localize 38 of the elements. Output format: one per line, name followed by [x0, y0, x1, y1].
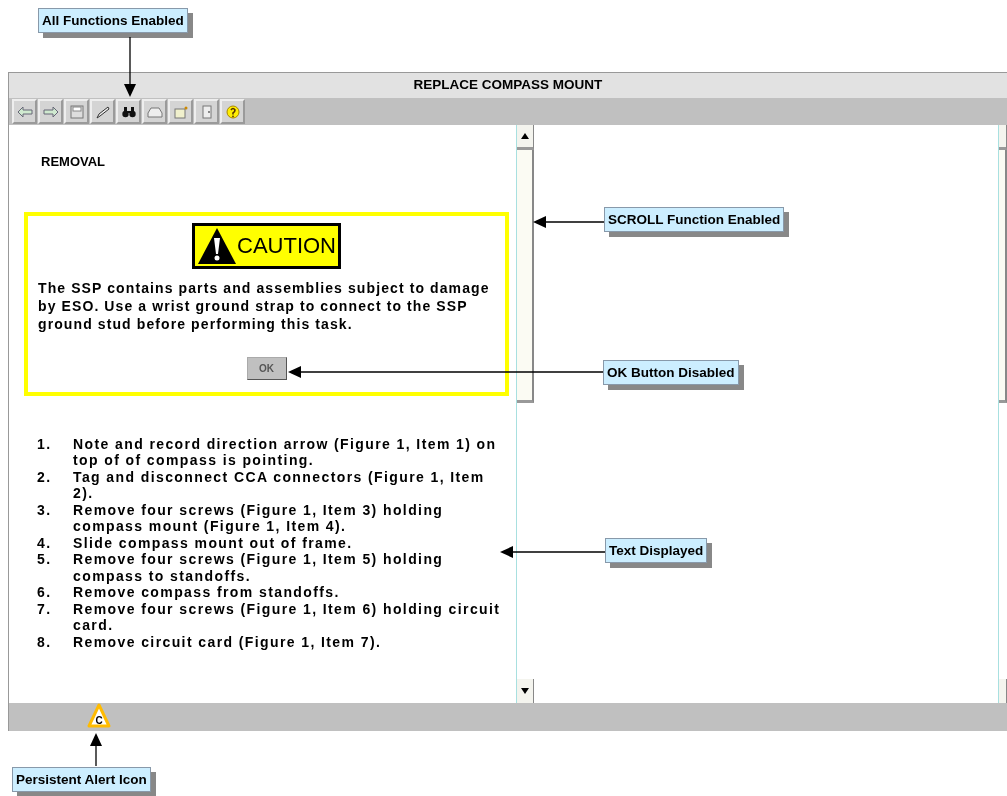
step-text: Remove four screws (Figure 1, Item 6) holding circuit card. — [73, 600, 502, 634]
down-arrow-icon — [521, 688, 529, 694]
tray-icon — [146, 104, 163, 119]
step-number: 6. — [37, 584, 53, 601]
step-text: Remove four screws (Figure 1, Item 5) holding compass to standoffs. — [73, 551, 445, 584]
callout-arrow — [124, 36, 136, 97]
step-number: 4. — [37, 534, 53, 551]
callout-arrow — [533, 216, 605, 228]
step-number: 8. — [37, 633, 53, 650]
up-arrow-icon — [521, 133, 529, 139]
scrollbar-thumb[interactable] — [999, 150, 1007, 403]
scrollbar-thumb[interactable] — [517, 150, 534, 403]
window-title: REPLACE COMPASS MOUNT — [9, 73, 1007, 98]
step-number: 7. — [37, 600, 53, 619]
step-text: Slide compass mount out of frame. — [73, 534, 354, 551]
caution-label: CAUTION — [192, 222, 341, 269]
callout-arrow — [90, 733, 102, 767]
toolbar-button[interactable] — [116, 99, 141, 124]
step-number: 1. — [37, 435, 53, 454]
caution-text: The SSP contains parts and assemblies subject to damage by ESO. Use a wrist ground strap to connect to the SSP ground stud before performing this task. — [38, 278, 491, 333]
pen-icon — [94, 104, 111, 119]
help-icon — [224, 104, 241, 119]
alert-triangle-icon: C — [87, 703, 111, 729]
scroll-down-button[interactable] — [517, 679, 534, 703]
left-arrow-icon — [16, 104, 33, 119]
section-heading: REMOVAL — [41, 153, 107, 171]
step-text: Tag and disconnect CCA connectors (Figure 1, Item 2). — [73, 468, 486, 502]
binoculars-icon — [120, 104, 137, 119]
scroll-up-button[interactable] — [517, 125, 534, 150]
step-text: Remove four screws (Figure 1, Item 3) holding compass mount (Figure 1, Item 4). — [73, 501, 445, 535]
right-arrow-icon — [42, 104, 59, 119]
notepad-icon — [172, 104, 189, 119]
step-text: Remove compass from standoffs. — [73, 584, 341, 601]
step-number: 5. — [37, 551, 53, 569]
step-text: Note and record direction arrow (Figure 1, Item 1) on top of of compass is pointing. — [73, 435, 498, 469]
step-text: Remove circuit card (Figure 1, Item 7). — [73, 633, 383, 650]
step-number: 2. — [37, 468, 53, 487]
step-number: 3. — [37, 501, 53, 520]
